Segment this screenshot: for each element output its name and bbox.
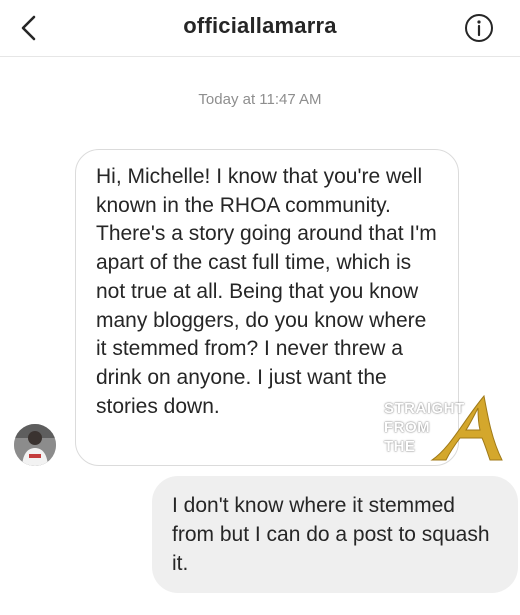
thread-username[interactable]: officiallamarra xyxy=(0,13,520,39)
dm-thread-screen: officiallamarra Today at 11:47 AM Hi, Mi… xyxy=(0,0,520,615)
info-button[interactable] xyxy=(463,12,495,44)
avatar-photo xyxy=(14,424,56,466)
info-circle-icon xyxy=(465,14,493,42)
sender-avatar[interactable] xyxy=(14,424,56,466)
message-timestamp: Today at 11:47 AM xyxy=(198,91,322,108)
thread-header: officiallamarra xyxy=(0,0,520,57)
watermark-line-1: STRAIGHT xyxy=(384,400,465,417)
outgoing-message-bubble[interactable]: I don't know where it stemmed from but I… xyxy=(152,476,518,593)
straight-from-the-a-watermark: STRAIGHT FROM THE xyxy=(380,388,520,464)
watermark-line-2: FROM xyxy=(384,419,431,436)
watermark-line-3: THE xyxy=(384,438,416,455)
